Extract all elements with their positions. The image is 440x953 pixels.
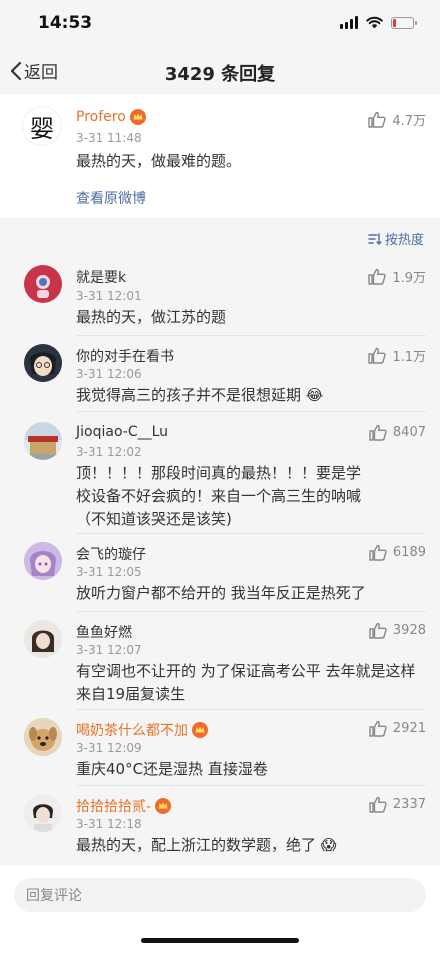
thumb-up-icon bbox=[368, 347, 386, 364]
commenter-name[interactable]: 鱼鱼好燃 bbox=[76, 622, 132, 642]
comment-time: 3-31 12:07 bbox=[76, 643, 142, 657]
comment-like-button[interactable]: 6189 bbox=[369, 544, 426, 561]
post-author[interactable]: Profero bbox=[76, 109, 146, 125]
like-count: 2921 bbox=[392, 721, 426, 736]
comment-text: 放听力窗户都不给开的 我当年反正是热死了 bbox=[76, 584, 366, 602]
post-author-avatar[interactable]: 婴 bbox=[22, 106, 62, 146]
status-bar: 14:53 bbox=[0, 0, 440, 48]
commenter-name[interactable]: 就是要k bbox=[76, 267, 126, 287]
dog-avatar[interactable] bbox=[24, 718, 62, 756]
signal-icon bbox=[340, 16, 358, 29]
like-count: 1.1万 bbox=[392, 350, 426, 365]
wifi-icon bbox=[366, 16, 383, 29]
reply-comment-input[interactable]: 回复评论 bbox=[14, 878, 426, 912]
astronaut-icon bbox=[36, 275, 50, 298]
comment-list: 就是要k 3-31 12:01 最热的天，做江苏的题 1.9万 你的对手在看书 … bbox=[0, 256, 440, 864]
comment-like-button[interactable]: 2337 bbox=[369, 796, 426, 813]
like-count: 1.9万 bbox=[392, 271, 426, 286]
thumb-up-icon bbox=[369, 544, 387, 561]
comment-time: 3-31 12:18 bbox=[76, 817, 142, 831]
battery-level bbox=[393, 18, 396, 27]
comment-time: 3-31 12:02 bbox=[76, 445, 142, 459]
commenter-name[interactable]: 拾拾拾拾贰- bbox=[76, 796, 151, 816]
dog-icon bbox=[24, 718, 62, 756]
comment-time: 3-31 12:01 bbox=[76, 289, 142, 303]
comment-time: 3-31 12:09 bbox=[76, 741, 142, 755]
building-icon bbox=[24, 422, 62, 460]
thumb-up-icon bbox=[369, 424, 387, 441]
commenter-name[interactable]: Jioqiao-C__Lu bbox=[76, 424, 168, 440]
reply-bar: 回复评论 bbox=[0, 866, 440, 953]
person-photo-avatar[interactable] bbox=[24, 794, 62, 832]
anime-boy-avatar[interactable] bbox=[24, 344, 62, 382]
comment-item: 就是要k 3-31 12:01 最热的天，做江苏的题 1.9万 bbox=[0, 256, 440, 336]
commenter-name[interactable]: 你的对手在看书 bbox=[76, 346, 174, 366]
page-title: 3429 条回复 bbox=[164, 64, 276, 85]
comment-item: Jioqiao-C__Lu 3-31 12:02 顶！！！！那段时间真的最热！！… bbox=[0, 412, 440, 534]
like-count: 6189 bbox=[392, 545, 426, 560]
thumb-up-icon bbox=[369, 796, 387, 813]
thumb-up-icon bbox=[369, 720, 387, 737]
thumb-up-icon bbox=[368, 268, 386, 285]
comment-like-button[interactable]: 8407 bbox=[369, 424, 426, 441]
status-time: 14:53 bbox=[38, 13, 93, 33]
comment-item: 鱼鱼好燃 3-31 12:07 有空调也不让开的 为了保证高考公平 去年就是这样… bbox=[0, 612, 440, 710]
view-original-link[interactable]: 查看原微博 bbox=[76, 188, 146, 208]
thumb-up-icon bbox=[368, 111, 386, 128]
person-photo-icon bbox=[24, 794, 62, 832]
comment-like-button[interactable]: 1.9万 bbox=[368, 267, 426, 286]
sort-icon bbox=[368, 232, 382, 245]
sort-by-hot-button[interactable]: 按热度 bbox=[368, 229, 424, 248]
comment-item: 会飞的璇仔 3-31 12:05 放听力窗户都不给开的 我当年反正是热死了 61… bbox=[0, 534, 440, 612]
anime-girl-icon bbox=[24, 542, 62, 580]
comment-text: 最热的天，配上浙江的数学题，绝了 😱 bbox=[76, 836, 337, 854]
comment-time: 3-31 12:05 bbox=[76, 565, 142, 579]
post-like-button[interactable]: 4.7万 bbox=[368, 110, 426, 129]
battery-icon bbox=[391, 16, 417, 29]
comment-text: 有空调也不让开的 为了保证高考公平 去年就是这样来自19届复读生 bbox=[76, 662, 416, 703]
post-like-count: 4.7万 bbox=[392, 114, 426, 129]
comment-item: 拾拾拾拾贰- 3-31 12:18 最热的天，配上浙江的数学题，绝了 😱 233… bbox=[0, 786, 440, 864]
commenter-name[interactable]: 喝奶茶什么都不加 bbox=[76, 720, 188, 740]
comment-time: 3-31 12:06 bbox=[76, 367, 142, 381]
avatar-glyph: 婴 bbox=[30, 114, 54, 143]
post-author-name: Profero bbox=[76, 109, 126, 125]
comment-text: 顶！！！！那段时间真的最热！！！要是学校设备不好会疯的！来自一个高三生的呐喊（不… bbox=[76, 464, 362, 528]
post-text: 最热的天，做最难的题。 bbox=[76, 152, 242, 170]
original-post: 婴 Profero 3-31 11:48 最热的天，做最难的题。 4.7万 查看… bbox=[0, 94, 440, 218]
comment-item: 喝奶茶什么都不加 3-31 12:09 重庆40°C还是湿热 直接湿卷 2921 bbox=[0, 710, 440, 786]
anime-boy-icon bbox=[30, 352, 56, 376]
comment-item: 你的对手在看书 3-31 12:06 我觉得高三的孩子并不是很想延期 😂 1.1… bbox=[0, 336, 440, 412]
comment-text: 重庆40°C还是湿热 直接湿卷 bbox=[76, 760, 268, 778]
nav-bar: 返回 3429 条回复 bbox=[0, 48, 440, 94]
comment-like-button[interactable]: 1.1万 bbox=[368, 346, 426, 365]
like-count: 2337 bbox=[392, 797, 426, 812]
red-astronaut-avatar[interactable] bbox=[24, 265, 62, 303]
comment-like-button[interactable]: 2921 bbox=[369, 720, 426, 737]
girl-photo-icon bbox=[24, 620, 62, 658]
status-icons bbox=[340, 16, 417, 29]
vip-crown-icon bbox=[192, 722, 208, 738]
girl-photo-avatar[interactable] bbox=[24, 620, 62, 658]
like-count: 3928 bbox=[392, 623, 426, 638]
anime-girl-avatar[interactable] bbox=[24, 542, 62, 580]
sort-label: 按热度 bbox=[384, 233, 424, 248]
sort-row: 按热度 bbox=[0, 218, 440, 256]
commenter-name[interactable]: 会飞的璇仔 bbox=[76, 544, 146, 564]
comment-text: 我觉得高三的孩子并不是很想延期 😂 bbox=[76, 386, 324, 404]
vip-crown-icon bbox=[129, 109, 146, 125]
building-avatar[interactable] bbox=[24, 422, 62, 460]
home-indicator[interactable] bbox=[141, 938, 299, 943]
vip-crown-icon bbox=[155, 798, 172, 814]
like-count: 8407 bbox=[392, 425, 426, 440]
post-time: 3-31 11:48 bbox=[76, 131, 142, 145]
comment-text: 最热的天，做江苏的题 bbox=[76, 308, 227, 326]
thumb-up-icon bbox=[369, 622, 387, 639]
comment-like-button[interactable]: 3928 bbox=[369, 622, 426, 639]
